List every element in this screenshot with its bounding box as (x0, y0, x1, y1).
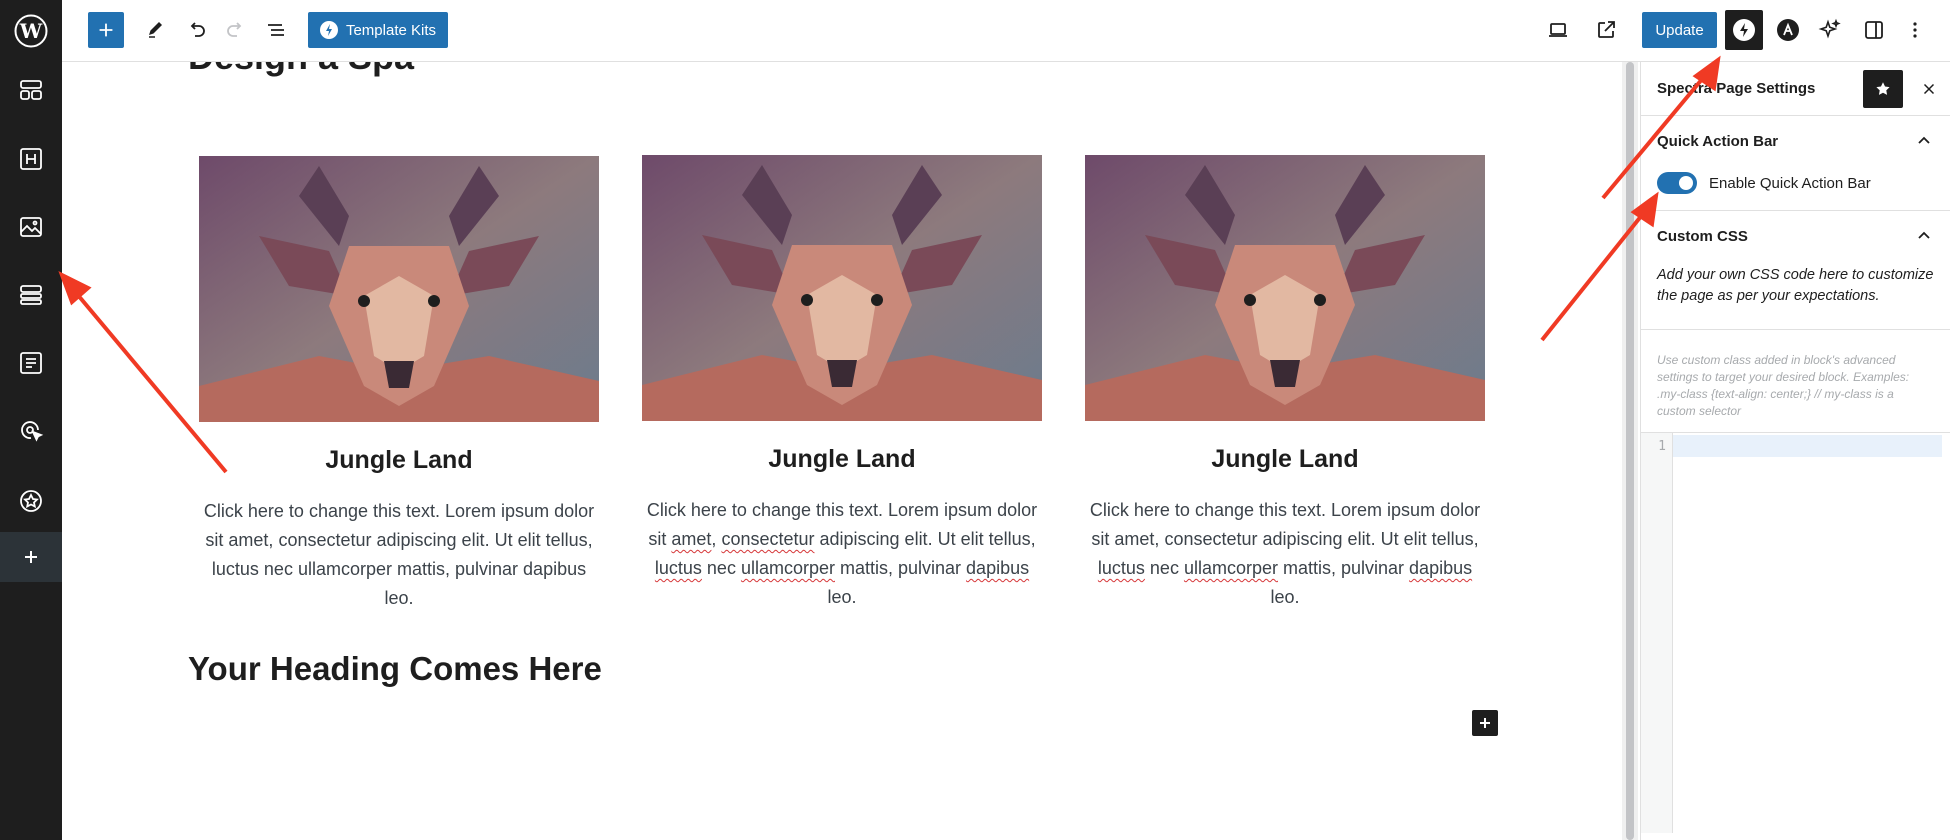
arrow-to-toggle (1540, 208, 1648, 342)
arrow-head (58, 270, 92, 306)
arrow-to-spectra-button (1601, 70, 1710, 200)
annotation-arrows (58, 55, 1721, 474)
arrow-to-rail (70, 286, 228, 474)
